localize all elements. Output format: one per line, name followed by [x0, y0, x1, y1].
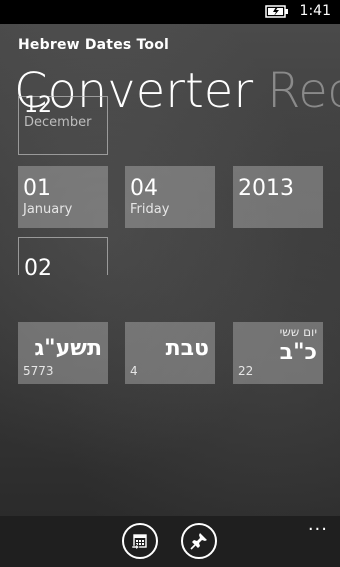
pin-icon	[190, 533, 207, 550]
hebrew-day: כ"ב	[279, 340, 317, 365]
weekday-tile[interactable]: 04 Friday	[125, 166, 215, 228]
status-bar: 1:41	[0, 0, 340, 24]
weekday-label: Friday	[130, 202, 170, 217]
hebrew-month: טבת	[165, 336, 209, 361]
month-tile[interactable]: 01 January	[18, 166, 108, 228]
clock: 1:41	[299, 3, 331, 19]
pin-button[interactable]	[181, 523, 217, 559]
year-number: 2013	[238, 176, 294, 201]
hebrew-year: תשע"ג	[34, 336, 102, 361]
calendar-button[interactable]	[122, 523, 158, 559]
hour-tile[interactable]: 02	[18, 237, 108, 281]
hebrew-year-tile[interactable]: תשע"ג 5773	[18, 322, 108, 384]
calendar-icon	[131, 534, 147, 550]
main-canvas: Hebrew Dates Tool ConverterRecu 12 Decem…	[0, 24, 340, 516]
app-bar: ...	[0, 516, 340, 567]
hebrew-month-number: 4	[130, 364, 138, 378]
hour-number: 02	[24, 256, 52, 281]
month-label: January	[23, 202, 73, 217]
pivot-item-next[interactable]: Recu	[267, 63, 340, 119]
hebrew-day-number: 22	[238, 364, 254, 378]
app-title: Hebrew Dates Tool	[18, 37, 170, 53]
day-tile[interactable]: 12 December	[18, 93, 108, 155]
weekday-number: 04	[130, 176, 158, 201]
hebrew-month-tile[interactable]: טבת 4	[125, 322, 215, 384]
day-label: December	[24, 115, 92, 130]
battery-charging-icon	[265, 5, 288, 18]
hebrew-weekday: יום ששי	[279, 325, 317, 339]
hebrew-year-number: 5773	[23, 364, 54, 378]
more-button[interactable]: ...	[308, 516, 328, 534]
month-number: 01	[23, 176, 51, 201]
hebrew-day-tile[interactable]: יום ששי כ"ב 22	[233, 322, 323, 384]
year-tile[interactable]: 2013	[233, 166, 323, 228]
